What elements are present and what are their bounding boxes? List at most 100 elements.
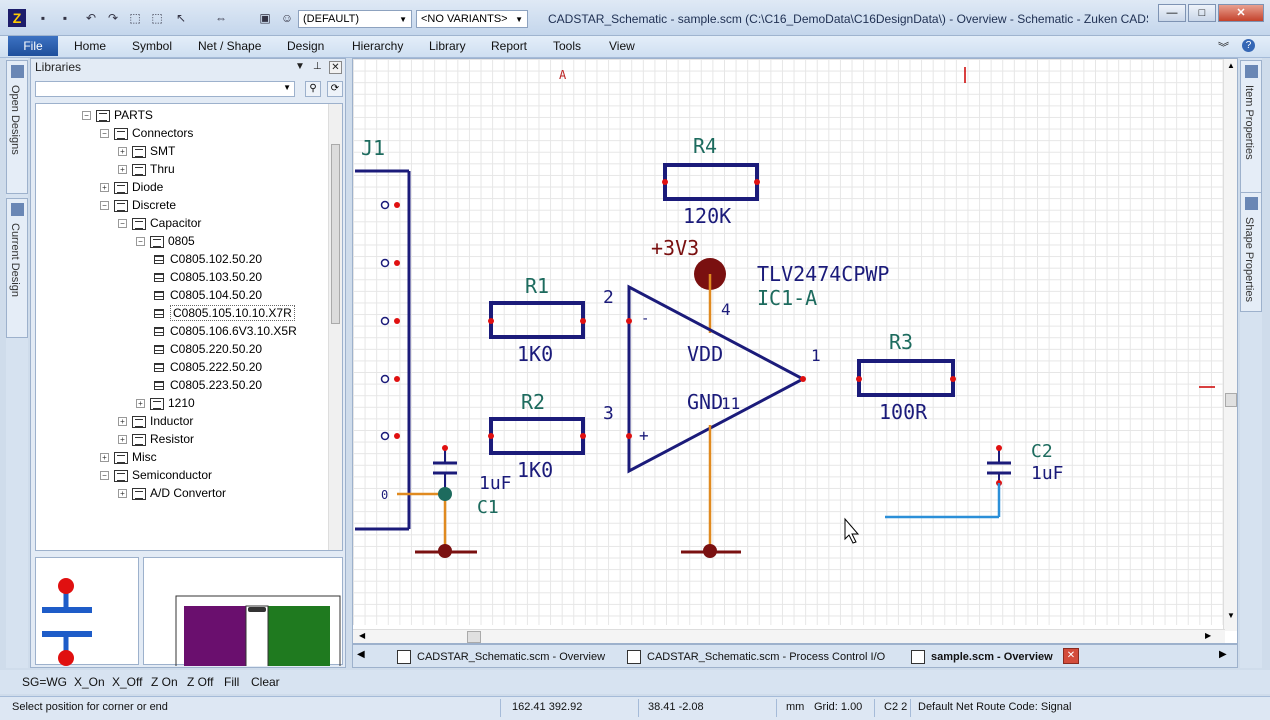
tab-view[interactable]: View [609, 39, 635, 53]
tree-item-folder[interactable]: − Capacitor [118, 214, 201, 232]
tree-item-part[interactable]: C0805.106.6V3.10.X5R [154, 322, 297, 340]
tab-home[interactable]: Home [74, 39, 106, 53]
pointer-icon[interactable]: ↖ [174, 11, 188, 25]
expand-icon[interactable]: + [118, 165, 127, 175]
tree-item-part[interactable]: C0805.223.50.20 [154, 376, 262, 394]
z-off-button[interactable]: Z Off [187, 675, 213, 689]
smiley-icon[interactable]: ☺ [280, 11, 294, 25]
tab-open-designs[interactable]: Open Designs [6, 60, 28, 194]
tree-item-folder[interactable]: − PARTS [82, 106, 153, 124]
expand-icon[interactable]: + [100, 453, 109, 463]
resistor-r3[interactable] [856, 359, 956, 397]
tree-item-part[interactable]: C0805.220.50.20 [154, 340, 262, 358]
tab-hierarchy[interactable]: Hierarchy [352, 39, 403, 53]
collapse-icon[interactable]: − [136, 237, 145, 247]
app-icon[interactable]: Z [8, 9, 26, 27]
undo-icon[interactable]: ↶ [84, 11, 98, 25]
expand-icon[interactable]: + [118, 147, 127, 157]
scrollbar-thumb[interactable] [467, 631, 481, 643]
doc-tab-process-control[interactable]: CADSTAR_Schematic.scm - Process Control … [625, 648, 885, 666]
tree-item-part[interactable]: C0805.103.50.20 [154, 268, 262, 286]
close-tab-icon[interactable]: ✕ [1063, 648, 1079, 664]
scrollbar-thumb[interactable] [331, 144, 340, 324]
tab-symbol[interactable]: Symbol [132, 39, 172, 53]
tree-item-folder[interactable]: + Inductor [118, 412, 193, 430]
expand-icon[interactable]: + [118, 417, 127, 427]
pin-icon[interactable]: ⊥ [313, 61, 322, 72]
tab-report[interactable]: Report [491, 39, 527, 53]
collapse-icon[interactable]: − [100, 129, 109, 139]
tree-item-folder[interactable]: − Discrete [100, 196, 176, 214]
vertical-scrollbar[interactable]: ▲ ▼ [1223, 59, 1237, 631]
tabs-scroll-right-icon[interactable]: ▶ [1219, 649, 1227, 660]
sg-wg-button[interactable]: SG=WG [22, 675, 67, 689]
tab-library[interactable]: Library [429, 39, 466, 53]
collapse-icon[interactable]: − [100, 471, 109, 481]
save-all-icon[interactable]: ▪ [58, 11, 72, 25]
tab-current-design[interactable]: Current Design [6, 198, 28, 338]
tree-item-folder[interactable]: + Thru [118, 160, 175, 178]
x-on-button[interactable]: X_On [74, 675, 105, 689]
scrollbar-thumb[interactable] [1225, 393, 1237, 407]
tree-item-part[interactable]: C0805.104.50.20 [154, 286, 262, 304]
clipboard-icon[interactable]: ▣ [258, 11, 272, 25]
align-icon[interactable]: ⇔ [214, 11, 228, 25]
schematic-canvas[interactable]: A J1 0 R4 120K +3V3 TLV2474CPWP IC1-A - … [352, 58, 1238, 644]
tabs-scroll-left-icon[interactable]: ◀ [357, 649, 365, 660]
connector-j1[interactable] [355, 169, 411, 531]
variants-combo[interactable]: <NO VARIANTS> ▼ [416, 10, 528, 28]
scroll-left-icon[interactable]: ◀ [359, 631, 365, 640]
minimize-button[interactable]: — [1158, 4, 1186, 22]
tree-scrollbar[interactable] [328, 104, 342, 550]
scroll-up-icon[interactable]: ▲ [1227, 61, 1235, 70]
zoom-area-icon[interactable]: ⬚ [150, 11, 164, 25]
collapse-icon[interactable]: − [100, 201, 109, 211]
tab-shape-properties[interactable]: Shape Properties [1240, 192, 1262, 312]
tab-item-properties[interactable]: Item Properties [1240, 60, 1262, 194]
scroll-down-icon[interactable]: ▼ [1227, 611, 1235, 620]
ribbon-collapse-icon[interactable]: ︾ [1218, 39, 1229, 55]
close-button[interactable]: ✕ [1218, 4, 1264, 22]
ground-symbol[interactable] [681, 544, 741, 558]
grid[interactable]: A J1 0 R4 120K +3V3 TLV2474CPWP IC1-A - … [353, 59, 1225, 625]
doc-tab-sample-overview[interactable]: sample.scm - Overview [909, 648, 1053, 666]
scroll-right-icon[interactable]: ▶ [1205, 631, 1211, 640]
x-off-button[interactable]: X_Off [112, 675, 142, 689]
capacitor-c2[interactable] [987, 445, 1011, 486]
tree-item-folder[interactable]: + SMT [118, 142, 175, 160]
expand-icon[interactable]: + [100, 183, 109, 193]
opamp-ic1[interactable] [626, 284, 807, 474]
redo-icon[interactable]: ↷ [106, 11, 120, 25]
tree-item-folder[interactable]: + Resistor [118, 430, 194, 448]
resistor-r4[interactable] [662, 163, 760, 201]
ground-symbol[interactable] [415, 544, 477, 558]
tree-item-folder[interactable]: + A/D Convertor [118, 484, 226, 502]
capacitor-c1[interactable] [433, 445, 457, 489]
expand-icon[interactable]: + [136, 399, 145, 409]
collapse-icon[interactable]: − [82, 111, 91, 121]
clear-button[interactable]: Clear [251, 675, 280, 689]
tree-item-folder[interactable]: − Semiconductor [100, 466, 212, 484]
expand-icon[interactable]: + [118, 489, 127, 499]
panel-close-icon[interactable]: ✕ [329, 61, 342, 74]
horizontal-scrollbar[interactable]: ◀ ▶ [353, 629, 1225, 643]
select-area-icon[interactable]: ⬚ [128, 11, 142, 25]
tree-item-part[interactable]: C0805.105.10.10.X7R [154, 304, 295, 322]
file-tab[interactable]: File [8, 36, 58, 56]
z-on-button[interactable]: Z On [151, 675, 178, 689]
tree-item-folder[interactable]: +1210 [136, 394, 195, 412]
resistor-r1[interactable] [488, 301, 586, 339]
maximize-button[interactable]: □ [1188, 4, 1216, 22]
tab-tools[interactable]: Tools [553, 39, 581, 53]
library-search-combo[interactable]: ▼ [35, 81, 295, 97]
collapse-icon[interactable]: − [118, 219, 127, 229]
tree-item-folder[interactable]: − 0805 [136, 232, 195, 250]
refresh-icon[interactable]: ⟳ [327, 81, 343, 97]
tree-item-folder[interactable]: + Misc [100, 448, 157, 466]
save-icon[interactable]: ▪ [36, 11, 50, 25]
tree-item-part[interactable]: C0805.222.50.20 [154, 358, 262, 376]
panel-menu-icon[interactable]: ▼ [295, 61, 305, 72]
fill-button[interactable]: Fill [224, 675, 239, 689]
junction[interactable] [438, 487, 452, 501]
tab-design[interactable]: Design [287, 39, 324, 53]
